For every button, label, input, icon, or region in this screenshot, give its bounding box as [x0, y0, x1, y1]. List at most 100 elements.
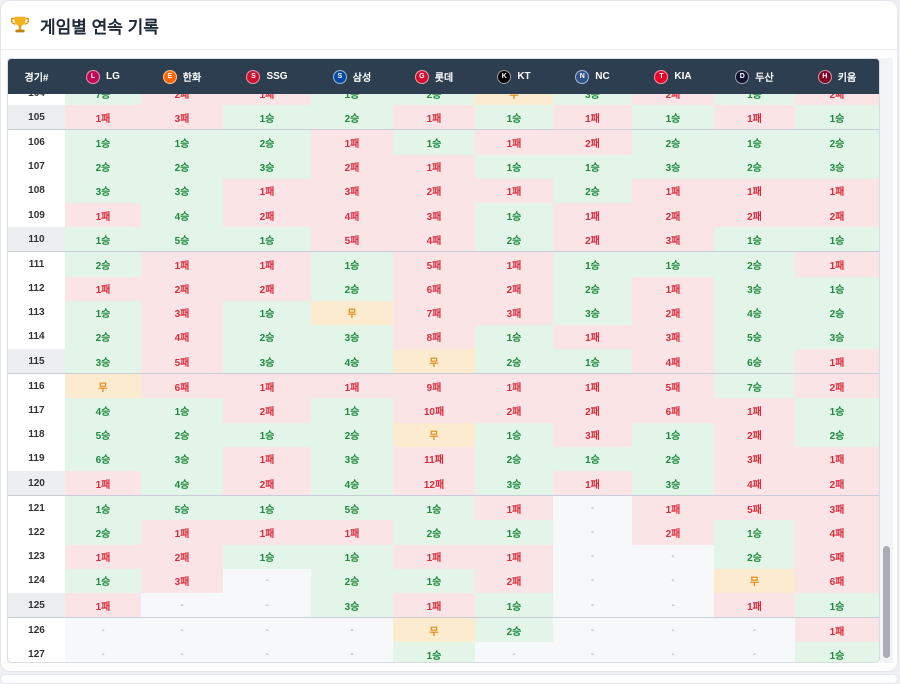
streak-cell: - — [632, 568, 714, 593]
streak-cell: 1승 — [475, 422, 553, 447]
streak-cell: 1승 — [141, 398, 223, 423]
table-body[interactable]: 1047승2패1패1승2승무3승2패1승2패1051패3패1승2승1패1승1패1… — [8, 94, 879, 662]
streak-cell: 1승 — [65, 300, 141, 325]
streak-cell: - — [553, 568, 632, 593]
streak-cell: 3승 — [311, 446, 393, 471]
streak-cell: 1패 — [632, 496, 714, 521]
streak-cell: 3패 — [141, 300, 223, 325]
table-row: 113 1승 3패 1승 무 7패 3패 3승 2패 4승 2승 — [8, 300, 879, 325]
scrollbar-thumb[interactable] — [883, 546, 890, 658]
column-header-team[interactable]: K KT — [475, 59, 553, 94]
streak-cell: 1패 — [65, 471, 141, 496]
column-header-team[interactable]: L LG — [65, 59, 141, 94]
game-number: 110 — [8, 227, 65, 252]
streak-cell: 1패 — [141, 520, 223, 545]
streak-cell: 1승 — [311, 544, 393, 569]
streak-cell: 1패 — [223, 252, 311, 277]
column-header-team[interactable]: N NC — [553, 59, 632, 94]
column-header-team[interactable]: T KIA — [632, 59, 714, 94]
column-header-team[interactable]: G 롯데 — [393, 59, 475, 94]
team-name: KIA — [674, 71, 692, 82]
streak-cell: 1패 — [553, 374, 632, 399]
streak-cell: 2승 — [553, 178, 632, 203]
streak-cell: 1패 — [223, 94, 311, 106]
streak-cell: 3승 — [65, 349, 141, 374]
streak-cell: - — [553, 496, 632, 521]
game-number: 109 — [8, 202, 65, 228]
streak-cell: 4승 — [714, 300, 795, 325]
streak-cell: 3패 — [795, 496, 879, 521]
streak-cell: 1승 — [475, 202, 553, 228]
streak-cell: 1승 — [795, 105, 879, 130]
trophy-icon — [11, 16, 29, 33]
streak-cell: 1패 — [795, 178, 879, 203]
streak-cell: 5패 — [632, 374, 714, 399]
streak-cell: 2승 — [311, 276, 393, 301]
streak-cell: 2승 — [795, 300, 879, 325]
streak-cell: 1패 — [393, 592, 475, 618]
column-header-team[interactable]: E 한화 — [141, 59, 223, 94]
streak-cell: 1승 — [311, 398, 393, 423]
column-header-team[interactable]: H 키움 — [795, 59, 879, 94]
streak-cell: 1승 — [795, 227, 879, 252]
streak-cell: - — [141, 618, 223, 643]
streak-cell: 1패 — [393, 105, 475, 130]
streak-cell: 1패 — [553, 202, 632, 228]
streak-cell: 1패 — [553, 324, 632, 350]
streak-cell: 1패 — [223, 178, 311, 203]
streak-cell: 1승 — [714, 130, 795, 155]
game-number: 113 — [8, 300, 65, 325]
streak-cell: 6승 — [714, 349, 795, 374]
streak-cell: - — [553, 618, 632, 643]
column-header-team[interactable]: D 두산 — [714, 59, 795, 94]
streak-cell: 2패 — [632, 300, 714, 325]
game-number: 123 — [8, 544, 65, 569]
streak-cell: 2승 — [65, 324, 141, 350]
streak-cell: - — [632, 544, 714, 569]
streak-cell: 3승 — [223, 349, 311, 374]
streak-cell: 2승 — [714, 154, 795, 179]
streak-cell: 7승 — [65, 94, 141, 106]
team-logo-icon: E — [162, 69, 177, 84]
streak-cell: 4패 — [393, 227, 475, 252]
streak-cell: 무 — [393, 618, 475, 643]
team-name: LG — [106, 71, 120, 82]
column-header-team[interactable]: S SSG — [223, 59, 311, 94]
streak-cell: 2승 — [475, 227, 553, 252]
streak-cell: 1승 — [393, 642, 475, 662]
streak-cell: 2승 — [475, 618, 553, 643]
table-row: 117 4승 1승 2패 1승 10패 2패 2패 6패 1패 1승 — [8, 398, 879, 423]
streak-cell: 2승 — [223, 130, 311, 155]
streak-cell: 1승 — [553, 446, 632, 471]
streak-cell: 1패 — [223, 446, 311, 471]
team-logo-icon: H — [817, 69, 832, 84]
streak-cell: 1패 — [475, 374, 553, 399]
streak-cell: - — [553, 592, 632, 618]
column-header-team[interactable]: S 삼성 — [311, 59, 393, 94]
streak-cell: 3승 — [632, 471, 714, 496]
streak-cell: 1패 — [475, 252, 553, 277]
streak-cell: 3승 — [553, 300, 632, 325]
streak-table[interactable]: 경기#LLGE한화SSSGS삼성G롯데KKT N NC TKIAD두산H키움 1047… — [7, 58, 880, 663]
streak-cell: 1패 — [311, 130, 393, 155]
vertical-scrollbar[interactable] — [880, 58, 893, 663]
streak-cell: 2승 — [223, 324, 311, 350]
streak-cell: 1패 — [311, 520, 393, 545]
table-row: 118 5승 2승 1승 2승 무 1승 3패 1승 2패 2승 — [8, 422, 879, 447]
team-logo-icon: N — [575, 69, 590, 84]
streak-cell: 1패 — [223, 520, 311, 545]
streak-cell: 1승 — [475, 105, 553, 130]
streak-cell: 1승 — [223, 300, 311, 325]
game-number: 108 — [8, 178, 65, 203]
streak-cell: 1패 — [311, 374, 393, 399]
streak-cell: 5승 — [141, 496, 223, 521]
streak-cell: 6승 — [65, 446, 141, 471]
table-row: 105 1패 3패 1승 2승 1패 1승 1패 1승 1패 1승 — [8, 105, 879, 131]
game-number: 104 — [8, 94, 65, 106]
streak-cell: 3승 — [141, 446, 223, 471]
streak-cell: 3패 — [632, 324, 714, 350]
team-name: NC — [595, 71, 610, 82]
streak-cell: 무 — [393, 349, 475, 374]
streak-cell: 2승 — [65, 252, 141, 277]
column-header-game[interactable]: 경기# — [8, 59, 65, 94]
